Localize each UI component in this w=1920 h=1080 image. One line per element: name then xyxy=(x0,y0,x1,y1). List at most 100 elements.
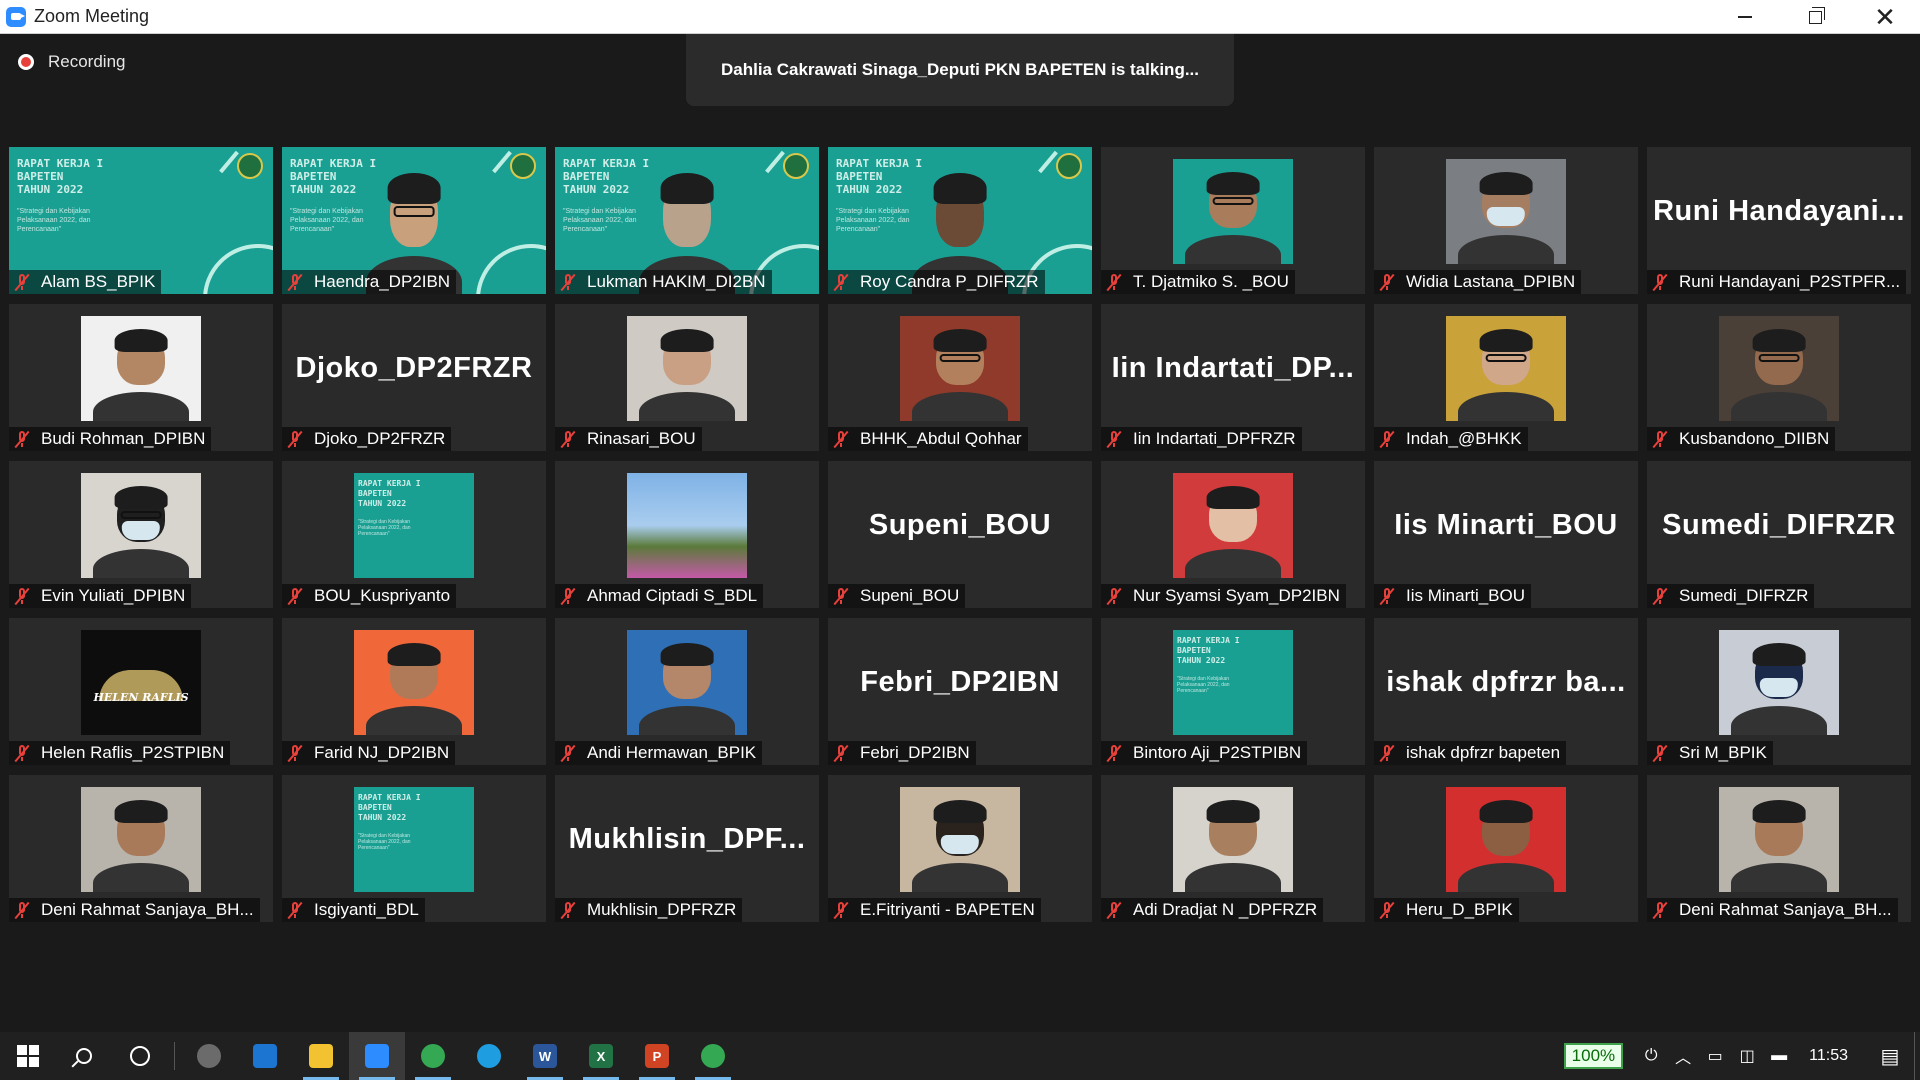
participant-tile[interactable]: RAPAT KERJA I BAPETEN TAHUN 2022 "Strateg… xyxy=(555,147,819,294)
participant-video xyxy=(627,473,747,578)
app-zoom[interactable] xyxy=(349,1032,405,1080)
mic-stem xyxy=(840,443,842,447)
participant-tile[interactable]: RAPAT KERJA I BAPETEN TAHUN 2022 "Strateg… xyxy=(828,147,1092,294)
mic-muted-icon xyxy=(1378,587,1396,606)
participant-tile[interactable]: RAPAT KERJA I BAPETEN TAHUN 2022 "Strateg… xyxy=(282,461,546,608)
taskbar-clock[interactable]: 11:53 xyxy=(1809,1047,1848,1065)
participant-tile[interactable]: Sri M_BPIK xyxy=(1647,618,1911,765)
participant-name: Budi Rohman_DPIBN xyxy=(41,429,206,448)
close-icon: ✕ xyxy=(1874,1,1896,32)
participant-tile[interactable]: Heru_D_BPIK xyxy=(1374,775,1638,922)
recording-indicator[interactable]: Recording xyxy=(18,52,126,72)
app-excel[interactable]: X xyxy=(573,1032,629,1080)
notification-icon[interactable]: ▤ xyxy=(1866,1032,1914,1080)
participant-tile[interactable]: Nur Syamsi Syam_DP2IBN xyxy=(1101,461,1365,608)
participant-tile[interactable]: Runi Handayani... Runi Handayani_P2STPFR.… xyxy=(1647,147,1911,294)
app-chrome[interactable] xyxy=(405,1032,461,1080)
participant-name-label: Isgiyanti_BDL xyxy=(282,898,425,922)
participant-hair xyxy=(1752,799,1806,823)
participant-tile[interactable]: Febri_DP2IBN Febri_DP2IBN xyxy=(828,618,1092,765)
participant-video xyxy=(1719,316,1839,421)
participant-name: Sri M_BPIK xyxy=(1679,743,1767,762)
app-chrome-2[interactable] xyxy=(685,1032,741,1080)
participant-tile[interactable]: RAPAT KERJA I BAPETEN TAHUN 2022 "Strateg… xyxy=(9,147,273,294)
participant-hair xyxy=(933,799,987,823)
app-mail[interactable] xyxy=(237,1032,293,1080)
participant-thumbnail xyxy=(900,787,1020,892)
participant-tile[interactable]: RAPAT KERJA I BAPETEN TAHUN 2022 "Strateg… xyxy=(1101,618,1365,765)
mic-muted-icon xyxy=(832,901,850,920)
camera-tray-icon[interactable]: ▭ xyxy=(1699,1032,1731,1080)
slide-title: RAPAT KERJA I BAPETEN TAHUN 2022 xyxy=(358,479,421,508)
app-glyph: X xyxy=(596,1048,606,1064)
app-explorer[interactable] xyxy=(293,1032,349,1080)
participant-tile[interactable]: Evin Yuliati_DPIBN xyxy=(9,461,273,608)
participant-tile[interactable]: HELEN RAFLIS Helen Raflis_P2STPIBN xyxy=(9,618,273,765)
app-edge[interactable] xyxy=(461,1032,517,1080)
windows-taskbar: W X P 100% ⏻ ︿ ▭ ◫ ▬ 11:53 ▤ xyxy=(0,1032,1920,1080)
restore-icon xyxy=(1808,6,1825,24)
participant-tile[interactable]: Iin Indartati_DP... Iin Indartati_DPFRZR xyxy=(1101,304,1365,451)
participant-tile[interactable]: T. Djatmiko S. _BOU xyxy=(1101,147,1365,294)
participant-tile[interactable]: Deni Rahmat Sanjaya_BH... xyxy=(9,775,273,922)
show-desktop-button[interactable] xyxy=(1914,1032,1920,1080)
search-button[interactable] xyxy=(56,1032,112,1080)
chrome-icon xyxy=(421,1044,445,1068)
chevron-up-icon[interactable]: ︿ xyxy=(1667,1032,1699,1080)
mic-muted-icon xyxy=(559,273,577,292)
participant-shoulders xyxy=(1185,234,1281,264)
participant-hair xyxy=(1206,171,1260,195)
participant-tile[interactable]: Ahmad Ciptadi S_BDL xyxy=(555,461,819,608)
participant-tile[interactable]: E.Fitriyanti - BAPETEN xyxy=(828,775,1092,922)
close-button[interactable]: ✕ xyxy=(1850,0,1920,34)
participant-tile[interactable]: Rinasari_BOU xyxy=(555,304,819,451)
participant-tile[interactable]: RAPAT KERJA I BAPETEN TAHUN 2022 "Strateg… xyxy=(282,775,546,922)
participant-tile[interactable]: Adi Dradjat N _DPFRZR xyxy=(1101,775,1365,922)
app-glyph: P xyxy=(652,1048,662,1064)
active-speaker-banner: Dahlia Cakrawati Sinaga_Deputi PKN BAPET… xyxy=(686,34,1234,106)
glasses xyxy=(1212,196,1254,206)
participant-tile[interactable]: ishak dpfrzr ba... ishak dpfrzr bapeten xyxy=(1374,618,1638,765)
participant-name: Heru_D_BPIK xyxy=(1406,900,1513,919)
participant-tile[interactable]: Iis Minarti_BOU Iis Minarti_BOU xyxy=(1374,461,1638,608)
start-button[interactable] xyxy=(0,1032,56,1080)
participant-tile[interactable]: Budi Rohman_DPIBN xyxy=(9,304,273,451)
participant-tile[interactable]: Deni Rahmat Sanjaya_BH... xyxy=(1647,775,1911,922)
power-plug-icon[interactable]: ⏻ xyxy=(1635,1032,1667,1080)
participant-tile[interactable]: Djoko_DP2FRZR Djoko_DP2FRZR xyxy=(282,304,546,451)
participant-name: Andi Hermawan_BPIK xyxy=(587,743,757,762)
participant-tile[interactable]: Andi Hermawan_BPIK xyxy=(555,618,819,765)
restore-button[interactable] xyxy=(1780,0,1850,34)
participant-tile[interactable]: Farid NJ_DP2IBN xyxy=(282,618,546,765)
participant-name: Widia Lastana_DPIBN xyxy=(1406,272,1576,291)
app-powerpoint[interactable]: P xyxy=(629,1032,685,1080)
participant-name: Indah_@BHKK xyxy=(1406,429,1522,448)
participant-name: Lukman HAKIM_DI2BN xyxy=(587,272,766,291)
participant-tile[interactable]: Supeni_BOU Supeni_BOU xyxy=(828,461,1092,608)
participant-shoulders xyxy=(1731,705,1827,735)
zoom-level-indicator[interactable]: 100% xyxy=(1563,1043,1624,1069)
participant-tile[interactable]: Indah_@BHKK xyxy=(1374,304,1638,451)
mic-muted-icon xyxy=(1651,273,1669,292)
participant-tile[interactable]: Kusbandono_DIIBN xyxy=(1647,304,1911,451)
participant-name: Sumedi_DIFRZR xyxy=(1679,586,1809,605)
participant-video xyxy=(1446,159,1566,264)
battery-icon[interactable]: ▬ xyxy=(1763,1032,1795,1080)
app-word[interactable]: W xyxy=(517,1032,573,1080)
participant-tile[interactable]: Widia Lastana_DPIBN xyxy=(1374,147,1638,294)
participant-tile[interactable]: Sumedi_DIFRZR Sumedi_DIFRZR xyxy=(1647,461,1911,608)
participant-shoulders xyxy=(912,391,1008,421)
cortana-button[interactable] xyxy=(112,1032,168,1080)
minimize-button[interactable] xyxy=(1710,0,1780,34)
participant-thumbnail: RAPAT KERJA I BAPETEN TAHUN 2022 "Strateg… xyxy=(354,473,474,578)
participant-tile[interactable]: BHHK_Abdul Qohhar xyxy=(828,304,1092,451)
app-paint[interactable] xyxy=(181,1032,237,1080)
participant-tile[interactable]: RAPAT KERJA I BAPETEN TAHUN 2022 "Strateg… xyxy=(282,147,546,294)
participant-name: Nur Syamsi Syam_DP2IBN xyxy=(1133,586,1340,605)
participant-tile[interactable]: Mukhlisin_DPF... Mukhlisin_DPFRZR xyxy=(555,775,819,922)
participant-name: T. Djatmiko S. _BOU xyxy=(1133,272,1289,291)
participant-shoulders xyxy=(93,862,189,892)
network-icon[interactable]: ◫ xyxy=(1731,1032,1763,1080)
participant-name-label: Roy Candra P_DIFRZR xyxy=(828,270,1045,294)
window-controls: ✕ xyxy=(1710,0,1920,34)
